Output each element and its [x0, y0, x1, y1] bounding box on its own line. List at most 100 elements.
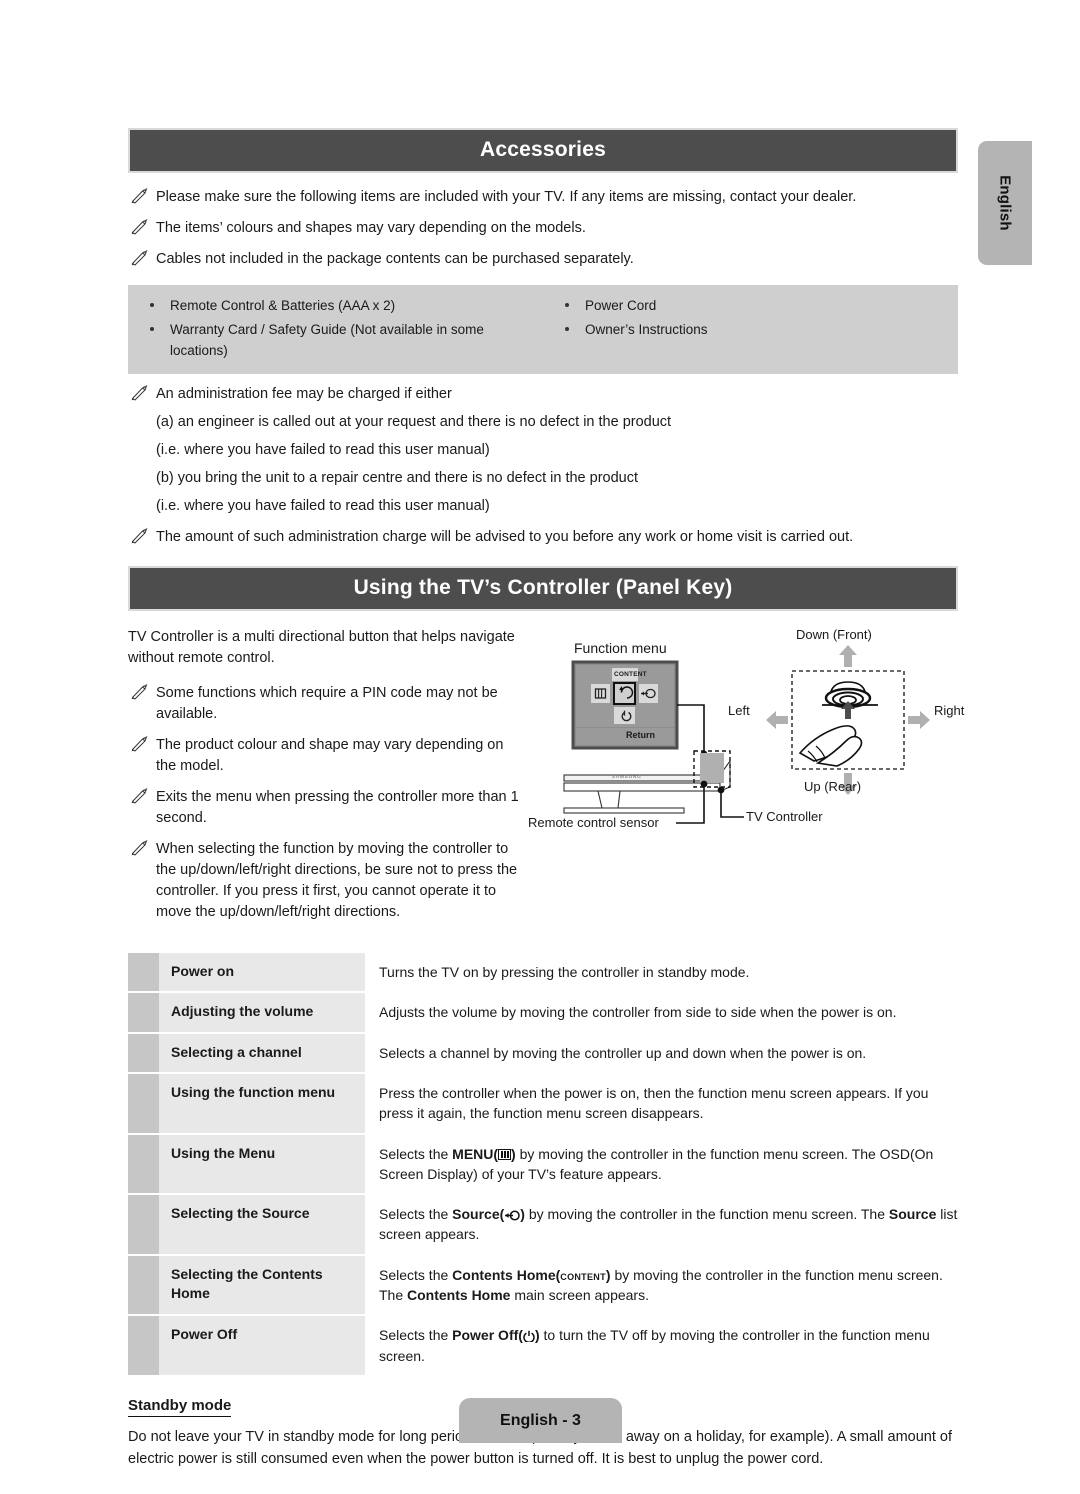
manual-page: English Accessories Please make sure the… [0, 0, 1080, 1494]
table-row: Adjusting the volume Adjusts the volume b… [128, 993, 958, 1032]
table-row-label-cell: Selecting the Source [128, 1195, 365, 1254]
accessories-note-1-text: The items’ colours and shapes may vary d… [156, 220, 586, 237]
standby-title: Standby mode [128, 1397, 232, 1417]
pencil-note-icon [131, 250, 148, 266]
direction-left-label: Left [728, 702, 750, 718]
pencil-note-icon [131, 219, 148, 235]
accessories-item-box: Remote Control & Batteries (AAA x 2) Warr… [128, 285, 958, 374]
bullet-icon [150, 303, 154, 308]
language-side-tab-label: English [996, 175, 1014, 231]
accessories-note-0: Please make sure the following items are… [128, 187, 958, 208]
table-row-label: Selecting the Contents Home [171, 1265, 323, 1302]
pencil-note-icon [131, 735, 148, 752]
table-row: Selecting a channel Selects a channel by … [128, 1033, 958, 1072]
controller-intro: TV Controller is a multi directional but… [128, 628, 515, 666]
accessories-note-2-text: Cables not included in the package conte… [156, 251, 634, 268]
table-row-label-cell: Using the Menu [128, 1134, 365, 1194]
accessories-left-column: Remote Control & Batteries (AAA x 2) Warr… [128, 294, 543, 363]
controller-section: TV Controller is a multi directional but… [128, 627, 964, 923]
table-row-description: Selects the Power Off() to turn the TV o… [379, 1327, 930, 1364]
table-row-description: Selects the MENU() by moving the control… [379, 1145, 934, 1182]
admin-fee-condition-3: (i.e. where you have failed to read this… [156, 497, 490, 514]
accessories-note-1: The items’ colours and shapes may vary d… [128, 218, 958, 239]
accessory-item-1: Warranty Card / Safety Guide (Not availa… [128, 318, 543, 363]
row-accent-block [128, 1255, 159, 1315]
admin-fee-condition-2: (b) you bring the unit to a repair centr… [156, 469, 639, 486]
content-icon: CONTENT [560, 1271, 606, 1282]
admin-fee-note: An administration fee may be charged if … [128, 384, 958, 405]
source-icon [505, 1210, 521, 1221]
row-accent-block [128, 1134, 159, 1194]
row-accent-block [128, 1073, 159, 1133]
table-row-label: Adjusting the volume [171, 1003, 314, 1020]
admin-fee-note-text: An administration fee may be charged if … [156, 385, 452, 402]
table-row-label-cell: Power on [128, 953, 365, 992]
table-row-description: Selects the Contents Home(CONTENT) by mo… [379, 1266, 943, 1304]
table-row-description: Selects a channel by moving the controll… [379, 1044, 867, 1061]
accessories-note-0-text: Please make sure the following items are… [156, 189, 857, 205]
accessory-item-right-1: Owner’s Instructions [543, 318, 958, 342]
accessories-note-2: Cables not included in the package conte… [128, 249, 958, 270]
admin-fee-condition-1: (i.e. where you have failed to read this… [156, 441, 490, 458]
table-row: Using the Menu Selects the MENU() by movi… [128, 1134, 958, 1194]
function-menu-content-key-label: CONTENT [614, 670, 647, 678]
admin-charge-note-text: The amount of such administration charge… [156, 528, 854, 545]
remote-sensor-label: Remote control sensor [528, 814, 659, 830]
accessory-item-0-text: Remote Control & Batteries (AAA x 2) [170, 298, 396, 314]
accessory-item-right-0: Power Cord [543, 294, 958, 318]
table-row-label-cell: Selecting a channel [128, 1033, 365, 1072]
menu-icon [498, 1148, 512, 1160]
table-row: Using the function menu Press the control… [128, 1073, 958, 1133]
controller-note-3-text: When selecting the function by moving th… [156, 841, 518, 921]
table-row: Power Off Selects the Power Off() to turn… [128, 1316, 958, 1375]
pencil-note-icon [131, 527, 148, 544]
accessories-notes: Please make sure the following items are… [128, 187, 958, 270]
direction-up-label: Up (Rear) [804, 778, 862, 794]
table-row-description: Selects the Source() by moving the contr… [379, 1206, 958, 1243]
controller-note-2-text: Exits the menu when pressing the control… [156, 788, 519, 826]
power-icon [523, 1331, 535, 1343]
pencil-note-icon [131, 787, 148, 804]
table-row-label-cell: Using the function menu [128, 1073, 365, 1133]
table-row-label-cell: Adjusting the volume [128, 993, 365, 1032]
table-row-label: Power on [171, 963, 235, 980]
controller-diagram: Function menu CONTENT Return SAMSUNG Rem… [528, 627, 964, 842]
bullet-icon [565, 303, 569, 308]
row-accent-block [128, 1316, 159, 1375]
admin-fee-conditions: (a) an engineer is called out at your re… [128, 412, 958, 517]
table-row-label-cell: Power Off [128, 1316, 365, 1375]
pencil-note-icon [131, 188, 148, 204]
accessories-right-column: Power Cord Owner’s Instructions [543, 294, 958, 363]
pencil-note-icon [131, 683, 148, 700]
controller-note-2: Exits the menu when pressing the control… [128, 787, 522, 829]
function-menu-return-label: Return [626, 729, 655, 740]
page-content: Accessories Please make sure the followi… [128, 0, 964, 1470]
table-row: Selecting the Contents Home Selects the C… [128, 1255, 958, 1315]
controller-note-1-text: The product colour and shape may vary de… [156, 736, 504, 774]
row-accent-block [128, 1195, 159, 1254]
page-footer: English - 3 [459, 1398, 622, 1443]
admin-fee-condition-0: (a) an engineer is called out at your re… [156, 413, 672, 430]
controller-note-3: When selecting the function by moving th… [128, 839, 522, 923]
table-row: Power on Turns the TV on by pressing the … [128, 953, 958, 992]
table-row-label: Using the function menu [171, 1083, 336, 1100]
table-row-description: Turns the TV on by pressing the controll… [379, 964, 750, 981]
table-row: Selecting the Source Selects the Source()… [128, 1195, 958, 1254]
controller-heading: Using the TV’s Controller (Panel Key) [128, 565, 958, 611]
row-accent-block [128, 993, 159, 1032]
row-accent-block [128, 1033, 159, 1072]
controller-text-column: TV Controller is a multi directional but… [128, 627, 528, 923]
controller-notes: Some functions which require a PIN code … [128, 683, 522, 923]
controller-note-0-text: Some functions which require a PIN code … [156, 684, 498, 722]
table-row-label-cell: Selecting the Contents Home [128, 1255, 365, 1315]
row-accent-block [128, 953, 159, 992]
table-row-label: Selecting the Source [171, 1205, 310, 1222]
accessories-heading: Accessories [128, 128, 958, 173]
table-row-label: Power Off [171, 1326, 238, 1343]
direction-right-label: Right [934, 702, 965, 718]
accessory-item-1-text: Warranty Card / Safety Guide (Not availa… [170, 322, 484, 358]
admin-charge-note: The amount of such administration charge… [128, 527, 958, 548]
table-row-description: Press the controller when the power is o… [379, 1084, 929, 1122]
controller-note-1: The product colour and shape may vary de… [128, 735, 522, 777]
language-side-tab: English [978, 141, 1032, 265]
